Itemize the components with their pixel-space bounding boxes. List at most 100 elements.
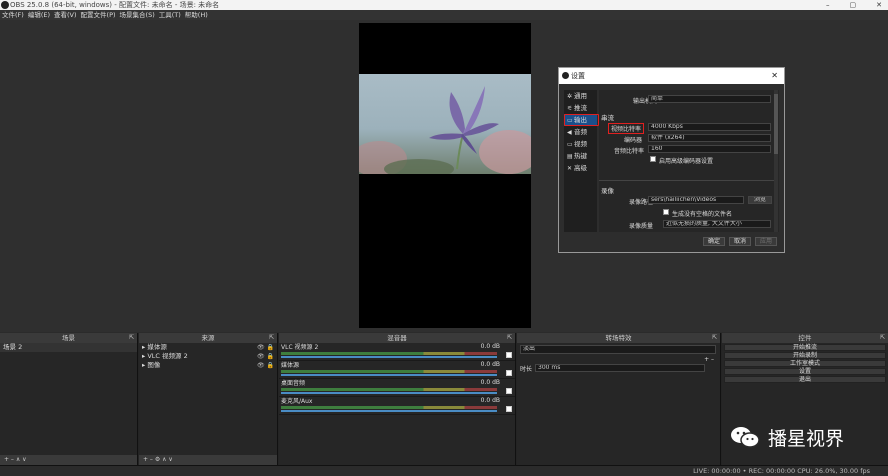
mixer-channel: 桌面音频 0.0 dB (279, 379, 515, 397)
duration-input[interactable]: 300 ms (535, 364, 706, 372)
obs-logo-icon (1, 1, 9, 9)
volume-meter (281, 388, 497, 391)
start-recording-button[interactable]: 开始录制 (724, 352, 886, 359)
mixer-settings-icon[interactable] (506, 370, 512, 376)
nav-general[interactable]: ✲ 通用 (564, 90, 597, 102)
no-space-filename-checkbox[interactable] (663, 209, 669, 215)
mixer-channel: 媒体源 0.0 dB (279, 361, 515, 379)
menu-file[interactable]: 文件(F) (2, 10, 24, 20)
ok-button[interactable]: 确定 (703, 237, 725, 246)
encoder-select[interactable]: 软件 (x264) (648, 134, 771, 142)
record-quality-label: 录像质量 (629, 223, 654, 230)
add-remove-transition[interactable]: + – (517, 356, 720, 364)
mixer-settings-icon[interactable] (506, 406, 512, 412)
scene-item[interactable]: 场景 2 (0, 343, 137, 352)
audio-bitrate-select[interactable]: 160 (648, 145, 771, 153)
mixer-channel: VLC 视频源 2 0.0 dB (279, 343, 515, 361)
menu-bar: 文件(F) 编辑(E) 查看(V) 配置文件(P) 场景集合(S) 工具(T) … (0, 10, 888, 20)
settings-nav: ✲ 通用 ⚟ 推流 ▭输出 ◀ 音频 ▭视频 ▤热键 ✕ 高级 (564, 90, 599, 232)
scrollbar-thumb[interactable] (774, 94, 778, 154)
transitions-panel: 转场特效 ⇱ 淡出 + – 时长 300 ms (517, 333, 721, 465)
nav-video[interactable]: ▭视频 (564, 138, 597, 150)
nav-output[interactable]: ▭输出 (564, 114, 599, 126)
settings-content: 输出模式 简单 串流 视频比特率 4000 Kbps 编码器 软件 (x264)… (599, 90, 779, 232)
sources-toolbar[interactable]: + – ⚙ ∧ ∨ (139, 455, 277, 465)
minimize-button[interactable]: – (826, 0, 830, 10)
visibility-lock-icon[interactable]: 👁 🔒 (257, 343, 274, 352)
volume-slider[interactable] (281, 356, 497, 358)
dock-settings-icon[interactable]: ⇱ (129, 333, 134, 343)
preview-canvas[interactable] (359, 23, 531, 328)
mixer-settings-icon[interactable] (506, 352, 512, 358)
dock-settings-icon[interactable]: ⇱ (880, 333, 885, 343)
menu-scene-collection[interactable]: 场景集合(S) (120, 10, 155, 20)
dock-settings-icon[interactable]: ⇱ (269, 333, 274, 343)
settings-button[interactable]: 设置 (724, 368, 886, 375)
volume-slider[interactable] (281, 392, 497, 394)
video-bitrate-input[interactable]: 4000 Kbps (648, 123, 771, 131)
close-button[interactable]: ✕ (876, 0, 882, 10)
start-streaming-button[interactable]: 开始推流 (724, 344, 886, 351)
window-title: OBS 25.0.8 (64-bit, windows) - 配置文件: 未命名… (10, 1, 220, 9)
stream-section-title: 串流 (601, 114, 614, 122)
output-mode-select[interactable]: 简单 (648, 95, 771, 103)
source-item[interactable]: ▸ 媒体源 👁 🔒 (139, 343, 277, 352)
preview-flower-image (359, 74, 531, 174)
video-bitrate-label: 视频比特率 (608, 123, 645, 134)
menu-help[interactable]: 帮助(H) (185, 10, 208, 20)
advanced-encoder-checkbox[interactable] (650, 156, 656, 162)
status-bar: LIVE: 00:00:00 • REC: 00:00:00 CPU: 26.0… (0, 465, 888, 476)
maximize-button[interactable]: ▢ (850, 0, 857, 10)
settings-scrollbar[interactable] (774, 90, 778, 232)
record-path-input[interactable]: sers\hailiichen\Videos (648, 196, 744, 204)
dialog-close-button[interactable]: ✕ (771, 68, 778, 84)
menu-profile[interactable]: 配置文件(P) (81, 10, 116, 20)
menu-view[interactable]: 查看(V) (54, 10, 77, 20)
sources-header: 来源 ⇱ (139, 333, 277, 343)
record-section-title: 录像 (601, 187, 614, 195)
volume-slider[interactable] (281, 374, 497, 376)
mixer-settings-icon[interactable] (506, 388, 512, 394)
sources-panel: 来源 ⇱ ▸ 媒体源 👁 🔒 ▸ VLC 视频源 2 👁 🔒 ▸ 图像 👁 🔒 + – … (139, 333, 278, 465)
encoder-label: 编码器 (624, 137, 643, 144)
studio-mode-button[interactable]: 工作室模式 (724, 360, 886, 367)
source-item[interactable]: ▸ 图像 👁 🔒 (139, 361, 277, 370)
section-divider (599, 180, 775, 181)
nav-advanced[interactable]: ✕ 高级 (564, 162, 597, 174)
visibility-lock-icon[interactable]: 👁 🔒 (257, 361, 274, 370)
dock-settings-icon[interactable]: ⇱ (712, 333, 717, 343)
scenes-toolbar[interactable]: + – ∧ ∨ (0, 455, 137, 465)
volume-slider[interactable] (281, 410, 497, 412)
menu-edit[interactable]: 编辑(E) (28, 10, 50, 20)
watermark: 播星视界 (728, 420, 844, 454)
scenes-panel: 场景 ⇱ 场景 2 + – ∧ ∨ (0, 333, 138, 465)
transitions-header: 转场特效 ⇱ (517, 333, 720, 343)
no-space-filename-label: 生成没有空格的文件名 (672, 211, 733, 218)
settings-dialog: 设置 ✕ ✲ 通用 ⚟ 推流 ▭输出 ◀ 音频 ▭视频 ▤热键 ✕ 高级 输出模式 简单… (558, 67, 785, 253)
audio-bitrate-label: 音频比特率 (614, 148, 645, 155)
menu-tools[interactable]: 工具(T) (159, 10, 181, 20)
browse-button[interactable]: 浏览 (748, 196, 772, 204)
nav-hotkeys[interactable]: ▤热键 (564, 150, 597, 162)
window-controls: – ▢ ✕ (826, 0, 882, 10)
tools-icon: ✕ (567, 165, 573, 172)
record-quality-select[interactable]: 近似无损的质量, 大文件大小 (663, 220, 771, 228)
watermark-text: 播星视界 (768, 427, 845, 450)
dock-settings-icon[interactable]: ⇱ (507, 333, 512, 343)
mixer-header: 混音器 ⇱ (279, 333, 515, 343)
nav-stream[interactable]: ⚟ 推流 (564, 102, 597, 114)
nav-audio[interactable]: ◀ 音频 (564, 126, 597, 138)
wechat-icon (728, 420, 762, 454)
cancel-button[interactable]: 取消 (729, 237, 751, 246)
controls-header: 控件 ⇱ (722, 333, 888, 343)
source-item[interactable]: ▸ VLC 视频源 2 👁 🔒 (139, 352, 277, 361)
duration-row: 时长 300 ms (517, 364, 720, 374)
obs-logo-icon (562, 72, 569, 79)
visibility-lock-icon[interactable]: 👁 🔒 (257, 352, 274, 361)
transition-select[interactable]: 淡出 (520, 345, 716, 354)
mixer-panel: 混音器 ⇱ VLC 视频源 2 0.0 dB 媒体源 0.0 dB 桌面音频 0.0 d… (279, 333, 516, 465)
volume-meter (281, 370, 497, 373)
volume-meter (281, 352, 497, 355)
apply-button[interactable]: 应用 (755, 237, 777, 246)
exit-button[interactable]: 退出 (724, 376, 886, 383)
